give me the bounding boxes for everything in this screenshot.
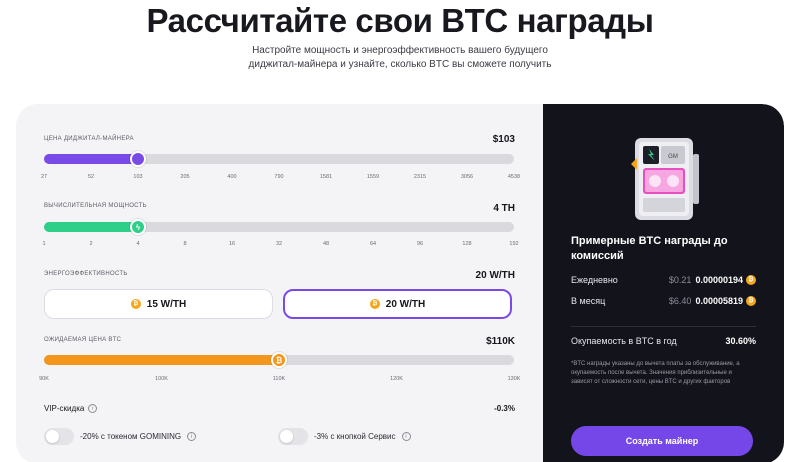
slider-tick-label: 1581 — [319, 174, 333, 180]
bitcoin-icon: ₿ — [275, 355, 283, 365]
efficiency-value: 20 W/TH — [475, 270, 515, 281]
price-slider-ticks: 27 52 103 205 400 790 1581 1559 2315 3056 4538 — [40, 174, 520, 184]
rewards-calculator: ЦЕНА ДИДЖИТАЛ-МАЙНЕРА $103 27 52 103 205 400… — [16, 104, 784, 462]
btc-price-slider-fill — [44, 355, 279, 365]
slider-tick-label: 2315 — [413, 174, 427, 180]
gomining-token-toggle[interactable] — [44, 428, 74, 445]
toggle-gomining-token: -20% с токеном GOMINING i — [44, 428, 197, 445]
bitcoin-icon: ₿ — [746, 275, 756, 285]
price-slider-value: $103 — [492, 134, 515, 145]
calculator-controls: ЦЕНА ДИДЖИТАЛ-МАЙНЕРА $103 27 52 103 205 400… — [16, 104, 543, 462]
slider-tick-label: 790 — [274, 174, 284, 180]
power-slider-thumb[interactable]: ϟ — [130, 219, 146, 235]
page-title: Рассчитайте свои BTC награды — [146, 2, 654, 39]
slider-tick-label: 48 — [322, 241, 330, 247]
power-slider-ticks: 1 2 4 8 16 32 48 64 96 128 192 — [42, 241, 518, 251]
svg-text:GM: GM — [668, 154, 678, 160]
slider-tick-label: 1559 — [366, 174, 380, 180]
slider-tick-label: 110K — [272, 376, 286, 382]
slider-tick-label: 130K — [507, 376, 521, 382]
daily-btc: 0.00000194 — [695, 275, 743, 285]
efficiency-option-15[interactable]: ₿ 15 W/TH — [44, 289, 273, 319]
slider-tick-label: 16 — [228, 241, 236, 247]
power-slider-label: ВЫЧИСЛИТЕЛЬНАЯ МОЩНОСТЬ — [44, 203, 147, 209]
daily-reward-row: Ежедневно $0.21 0.00000194 ₿ — [571, 275, 756, 285]
divider — [571, 326, 756, 327]
payback-row: Окупаемость в BTC в год 30.60% — [571, 336, 756, 346]
miner-device-icon: GM — [631, 138, 699, 220]
disclaimer-note: *BTC награды указаны до вычета платы за … — [571, 361, 740, 385]
price-slider-track[interactable] — [44, 151, 514, 167]
coin-icon: ₿ — [369, 299, 380, 309]
efficiency-option-label: 20 W/TH — [385, 298, 426, 310]
info-icon[interactable]: i — [187, 432, 197, 441]
toggle-service-button: -3% с кнопкой Сервис i — [278, 428, 411, 445]
slider-tick-label: 8 — [183, 241, 187, 247]
page-subtitle: Настройте мощность и энергоэффективность… — [248, 45, 552, 70]
monthly-reward-row: В месяц $6.40 0.00005819 ₿ — [571, 296, 756, 306]
slider-tick-label: 2 — [89, 241, 93, 247]
vip-discount-value: -0.3% — [494, 404, 515, 413]
payback-label: Окупаемость в BTC в год — [571, 336, 677, 346]
efficiency-option-20[interactable]: ₿ 20 W/TH — [283, 289, 512, 319]
toggle-label: -3% с кнопкой Сервис — [314, 432, 396, 441]
power-slider-fill — [44, 222, 138, 232]
rewards-panel: GM Примерные BTC награды до комиссий Еже… — [543, 104, 784, 462]
service-button-toggle[interactable] — [278, 428, 308, 445]
slider-tick-label: 400 — [227, 174, 237, 180]
slider-tick-label: 4 — [136, 241, 140, 247]
slider-tick-label: 4538 — [507, 174, 521, 180]
price-slider-thumb[interactable] — [130, 151, 146, 167]
btc-price-slider-ticks: 90K 100K 110K 120K 130K — [39, 376, 520, 386]
daily-usd: $0.21 — [668, 275, 692, 285]
power-slider-track[interactable]: ϟ — [44, 219, 514, 235]
daily-label: Ежедневно — [571, 275, 618, 285]
slider-tick-label: 52 — [87, 174, 95, 180]
toggle-label: -20% с токеном GOMINING — [80, 432, 182, 441]
info-icon[interactable]: i — [401, 432, 411, 441]
slider-tick-label: 128 — [462, 241, 472, 247]
btc-price-slider-label: ОЖИДАЕМАЯ ЦЕНА BTC — [44, 337, 122, 343]
slider-tick-label: 90K — [39, 376, 49, 382]
btc-price-slider-track[interactable]: ₿ — [44, 352, 514, 368]
slider-tick-label: 1 — [42, 241, 46, 247]
slider-tick-label: 192 — [509, 241, 519, 247]
slider-tick-label: 96 — [416, 241, 424, 247]
monthly-label: В месяц — [571, 296, 606, 306]
price-slider-label: ЦЕНА ДИДЖИТАЛ-МАЙНЕРА — [44, 136, 134, 142]
create-miner-button[interactable]: Создать майнер — [571, 426, 753, 456]
price-slider-fill — [44, 154, 138, 164]
btc-price-slider-thumb[interactable]: ₿ — [271, 352, 287, 368]
slider-tick-label: 3056 — [460, 174, 474, 180]
btc-price-slider-value: $110K — [486, 336, 515, 347]
lightning-icon: ϟ — [135, 222, 141, 232]
rewards-title: Примерные BTC награды до комиссий — [571, 235, 728, 262]
payback-value: 30.60% — [725, 336, 756, 346]
slider-tick-label: 120K — [390, 376, 403, 382]
monthly-btc: 0.00005819 — [695, 296, 743, 306]
bitcoin-icon: ₿ — [746, 296, 756, 306]
power-slider-value: 4 TH — [493, 203, 515, 214]
monthly-usd: $6.40 — [668, 296, 692, 306]
slider-tick-label: 27 — [40, 174, 48, 180]
efficiency-label: ЭНЕРГОЭФФЕКТИВНОСТЬ — [44, 271, 128, 277]
info-icon[interactable]: i — [88, 404, 98, 413]
efficiency-option-label: 15 W/TH — [146, 298, 187, 310]
slider-tick-label: 100K — [155, 376, 168, 382]
slider-tick-label: 205 — [180, 174, 190, 180]
slider-tick-label: 32 — [275, 241, 283, 247]
slider-tick-label: 64 — [369, 241, 377, 247]
vip-discount-text: VIP-скидка — [44, 404, 85, 413]
slider-tick-label: 103 — [133, 174, 143, 180]
vip-discount-label: VIP-скидка i — [44, 404, 98, 413]
coin-icon: ₿ — [130, 299, 141, 309]
